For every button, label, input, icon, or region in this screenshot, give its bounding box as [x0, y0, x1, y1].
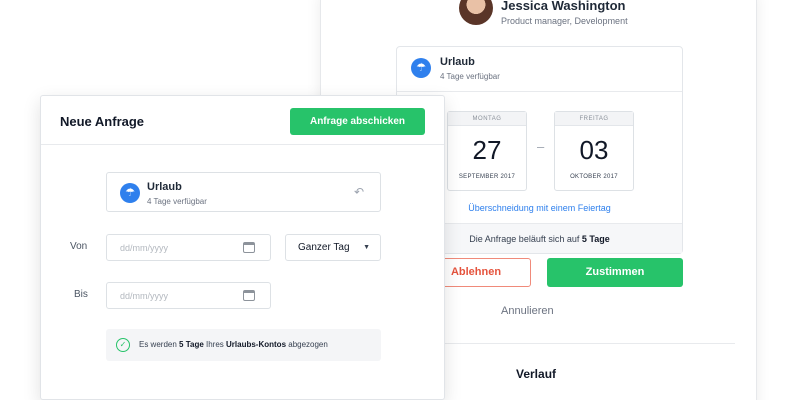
note-prefix: Es werden: [139, 340, 180, 349]
total-value: 5 Tage: [581, 234, 610, 244]
start-day: 27: [472, 135, 502, 165]
history-title: Verlauf: [516, 367, 557, 381]
avatar: [459, 0, 493, 25]
umbrella-icon: ☂: [411, 58, 431, 78]
end-date-card: FREITAG 03 OKTOBER 2017: [554, 111, 634, 191]
cancel-link[interactable]: Annulieren: [501, 305, 554, 317]
check-circle-icon: ✓: [116, 338, 130, 352]
calendar-icon[interactable]: [243, 290, 255, 301]
note-middle: Ihres: [203, 340, 227, 349]
day-type-select[interactable]: Ganzer Tag ▼: [285, 234, 381, 261]
submit-request-button[interactable]: Anfrage abschicken: [290, 108, 425, 135]
approver-name: Jessica Washington: [501, 0, 626, 13]
note-days: 5 Tage: [179, 340, 204, 349]
divider: [397, 91, 682, 92]
leave-type-title: Urlaub: [440, 56, 475, 68]
from-label: Von: [70, 241, 88, 252]
deduction-note: ✓ Es werden 5 Tage Ihres Urlaubs-Kontos a…: [106, 329, 381, 361]
divider: [41, 144, 444, 145]
page-title: Neue Anfrage: [60, 114, 145, 129]
caret-down-icon: ▼: [363, 244, 370, 251]
leave-available: 4 Tage verfügbar: [440, 72, 500, 81]
start-date-card: MONTAG 27 SEPTEMBER 2017: [447, 111, 527, 191]
end-day: 03: [579, 135, 609, 165]
to-label: Bis: [74, 289, 88, 300]
calendar-icon[interactable]: [243, 242, 255, 253]
divider: [433, 343, 735, 344]
leave-type-selector[interactable]: ☂ Urlaub 4 Tage verfügbar ↶: [106, 172, 381, 212]
approve-button[interactable]: Zustimmen: [547, 258, 683, 287]
leave-available: 4 Tage verfügbar: [147, 197, 207, 206]
total-prefix: Die Anfrage beläuft sich auf: [469, 234, 582, 244]
start-weekday: MONTAG: [448, 112, 526, 126]
new-request-card: Neue Anfrage Anfrage abschicken ☂ Urlaub…: [40, 95, 445, 400]
note-suffix: abgezogen: [286, 340, 328, 349]
start-month: SEPTEMBER 2017: [458, 174, 516, 180]
date-separator: –: [537, 139, 545, 154]
end-weekday: FREITAG: [555, 112, 633, 126]
day-type-value: Ganzer Tag: [298, 242, 350, 253]
undo-icon[interactable]: ↶: [354, 185, 364, 199]
end-month: OKTOBER 2017: [570, 174, 618, 180]
leave-type-title: Urlaub: [147, 181, 182, 193]
approver-role: Product manager, Development: [501, 16, 628, 26]
note-account: Urlaubs-Kontos: [226, 340, 287, 349]
umbrella-icon: ☂: [120, 183, 140, 203]
